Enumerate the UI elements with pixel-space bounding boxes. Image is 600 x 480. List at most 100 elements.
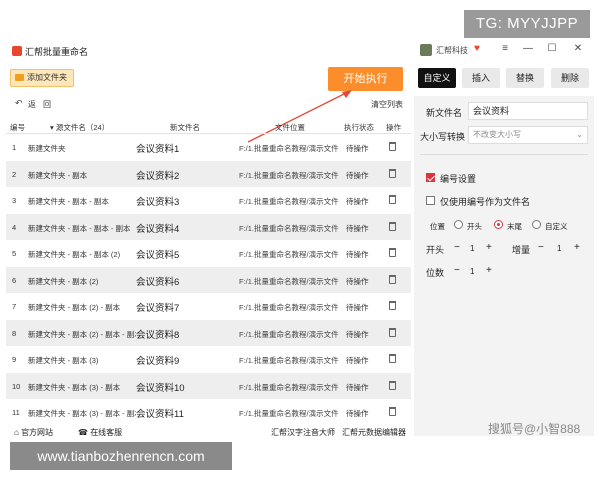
case-select[interactable]: 不改变大小写 ⌄ bbox=[468, 126, 588, 144]
vip-heart-icon[interactable]: ♥ bbox=[474, 43, 480, 54]
settings-panel: 自定义 插入 替换 删除 新文件名 会议资料 大小写转换 不改变大小写 ⌄ 编号… bbox=[414, 66, 594, 438]
position-label: 位置 bbox=[430, 222, 445, 231]
close-button[interactable]: ✕ bbox=[571, 43, 585, 54]
trash-icon[interactable] bbox=[389, 301, 396, 310]
trash-icon[interactable] bbox=[389, 248, 396, 257]
new-name-label: 新文件名 bbox=[426, 108, 463, 118]
maximize-button[interactable]: ☐ bbox=[545, 43, 559, 54]
user-avatar[interactable] bbox=[420, 44, 432, 56]
footer: ⌂ 官方网站 ☎ 在线客服 汇帮汉字注音大师 汇帮元数据编辑器 bbox=[6, 425, 411, 439]
header-source[interactable]: ▾ 源文件名（24） bbox=[50, 122, 109, 133]
cell-path: F:/1.批量重命名教程/演示文件夹/新 bbox=[239, 223, 339, 233]
table-row[interactable]: 2新建文件夹 - 副本会议资料2F:/1.批量重命名教程/演示文件夹/新待操作 bbox=[6, 160, 411, 187]
settings-body: 新文件名 会议资料 大小写转换 不改变大小写 ⌄ 编号设置 仅使用编号作为文件名… bbox=[414, 96, 594, 436]
only-number-label: 仅使用编号作为文件名 bbox=[440, 197, 531, 207]
cell-path: F:/1.批量重命名教程/演示文件夹/新 bbox=[239, 409, 339, 418]
table-row[interactable]: 9新建文件夹 - 副本 (3)会议资料9F:/1.批量重命名教程/演示文件夹/新… bbox=[6, 346, 411, 373]
digits-label: 位数 bbox=[426, 268, 445, 278]
increment-plus-button[interactable]: + bbox=[574, 242, 580, 253]
digits-plus-button[interactable]: + bbox=[486, 265, 492, 276]
cell-source-name: 新建文件夹 - 副本 (2) - 副本 - 副本 bbox=[28, 329, 136, 339]
undo-button[interactable]: 返 bbox=[28, 99, 36, 110]
tab-delete[interactable]: 删除 bbox=[551, 68, 589, 88]
table-row[interactable]: 5 新建文件夹 - 副本 - 副本 (2) 会议资料5 F:/1.批量重命名教程/演示… bbox=[6, 240, 411, 267]
digits-stepper[interactable]: − 1 + bbox=[452, 264, 496, 280]
increment-stepper[interactable]: − 1 + bbox=[536, 241, 586, 257]
start-minus-button[interactable]: − bbox=[454, 242, 460, 253]
app-title: 汇帮批量重命名 bbox=[25, 47, 89, 57]
digits-minus-button[interactable]: − bbox=[454, 265, 460, 276]
cell-new-name: 会议资料3 bbox=[136, 197, 180, 208]
cell-path: F:/1.批量重命名教程/演示文件夹/新 bbox=[239, 303, 339, 312]
cell-source-name: 新建文件夹 - 副本 - 副本 bbox=[28, 197, 109, 206]
table-row[interactable]: 6新建文件夹 - 副本 (2)会议资料6F:/1.批量重命名教程/演示文件夹/新… bbox=[6, 266, 411, 293]
position-radio-custom[interactable] bbox=[532, 220, 541, 229]
clear-list-button[interactable]: 清空列表 bbox=[371, 99, 403, 110]
table-row[interactable]: 7 新建文件夹 - 副本 (2) - 副本 会议资料7 F:/1.批量重命名教程/演示… bbox=[6, 293, 411, 320]
online-service-link[interactable]: ☎ 在线客服 bbox=[78, 427, 122, 438]
cell-source-name: 新建文件夹 - 副本 - 副本 - 副本 bbox=[28, 223, 131, 233]
trash-icon[interactable] bbox=[389, 327, 396, 337]
table-row[interactable]: 4 新建文件夹 - 副本 - 副本 - 副本 会议资料4 F:/1.批量重命名教程/演… bbox=[6, 213, 411, 240]
increment-minus-button[interactable]: − bbox=[538, 242, 544, 253]
only-number-checkbox[interactable] bbox=[426, 196, 435, 205]
cell-new-name: 会议资料7 bbox=[136, 303, 180, 314]
watermark-top: TG: MYYJJPP bbox=[464, 10, 590, 38]
app-logo-icon bbox=[12, 46, 22, 56]
table-row[interactable]: 1新建文件夹会议资料1F:/1.批量重命名教程/演示文件夹/新待操作 bbox=[6, 134, 411, 161]
trash-icon[interactable] bbox=[389, 407, 396, 416]
start-stepper[interactable]: − 1 + bbox=[452, 241, 496, 257]
start-plus-button[interactable]: + bbox=[486, 242, 492, 253]
redo-button[interactable]: 回 bbox=[43, 99, 51, 110]
start-value[interactable]: 1 bbox=[470, 244, 474, 253]
online-service-label: 在线客服 bbox=[90, 428, 123, 437]
pinyin-app-link[interactable]: 汇帮汉字注音大师 bbox=[271, 427, 335, 438]
trash-icon[interactable] bbox=[389, 195, 396, 204]
add-folder-label: 添加文件夹 bbox=[27, 73, 67, 82]
user-name[interactable]: 汇帮科技 bbox=[436, 45, 468, 56]
tab-custom[interactable]: 自定义 bbox=[418, 68, 456, 88]
table-row[interactable]: 11 新建文件夹 - 副本 (3) - 副本 - 副本 会议资料11 F:/1.批量重… bbox=[6, 399, 411, 426]
table-row[interactable]: 10 新建文件夹 - 副本 (3) - 副本 会议资料10 F:/1.批量重命名教程/… bbox=[6, 372, 411, 399]
trash-icon[interactable] bbox=[389, 168, 396, 178]
trash-icon[interactable] bbox=[389, 142, 396, 151]
tab-replace[interactable]: 替换 bbox=[506, 68, 544, 88]
cell-status: 待操作 bbox=[346, 170, 369, 180]
table-header: 编号 ▾ 源文件名（24） 新文件名 文件位置 执行状态 操作 bbox=[6, 118, 411, 134]
menu-button[interactable]: ≡ bbox=[498, 43, 512, 54]
position-end-label: 末尾 bbox=[507, 222, 522, 231]
position-radio-end[interactable] bbox=[494, 220, 503, 229]
chevron-down-icon: ⌄ bbox=[576, 130, 583, 139]
trash-icon[interactable] bbox=[389, 380, 396, 390]
cell-source-name: 新建文件夹 - 副本 (3) - 副本 - 副本 bbox=[28, 409, 136, 418]
position-radio-start[interactable] bbox=[454, 220, 463, 229]
undo-icon[interactable]: ↶ bbox=[15, 98, 23, 109]
minimize-button[interactable]: — bbox=[521, 43, 535, 54]
cell-source-name: 新建文件夹 - 副本 (3) - 副本 bbox=[28, 382, 121, 392]
case-label: 大小写转换 bbox=[420, 132, 466, 142]
tab-insert[interactable]: 插入 bbox=[462, 68, 500, 88]
cell-source-name: 新建文件夹 bbox=[28, 144, 66, 153]
metadata-app-link[interactable]: 汇帮元数据编辑器 bbox=[342, 427, 406, 438]
official-website-label: 官方网站 bbox=[21, 428, 54, 437]
folder-icon bbox=[15, 74, 24, 81]
numbering-checkbox[interactable] bbox=[426, 173, 435, 182]
trash-icon[interactable] bbox=[389, 221, 396, 231]
cell-path: F:/1.批量重命名教程/演示文件夹/新 bbox=[239, 144, 339, 153]
cell-new-name: 会议资料2 bbox=[136, 170, 180, 182]
new-name-input[interactable]: 会议资料 bbox=[468, 102, 588, 120]
increment-label: 增量 bbox=[512, 245, 531, 255]
cell-path: F:/1.批量重命名教程/演示文件夹/新 bbox=[239, 382, 339, 392]
action-row: ↶ 返 回 清空列表 bbox=[6, 96, 411, 112]
cell-source-name: 新建文件夹 - 副本 bbox=[28, 170, 88, 180]
table-row[interactable]: 3新建文件夹 - 副本 - 副本会议资料3F:/1.批量重命名教程/演示文件夹/… bbox=[6, 187, 411, 214]
increment-value[interactable]: 1 bbox=[557, 244, 561, 253]
position-custom-label: 自定义 bbox=[545, 222, 568, 231]
official-website-link[interactable]: ⌂ 官方网站 bbox=[14, 427, 53, 438]
cell-path: F:/1.批量重命名教程/演示文件夹/新 bbox=[239, 250, 339, 259]
trash-icon[interactable] bbox=[389, 274, 396, 284]
digits-value[interactable]: 1 bbox=[470, 267, 474, 276]
trash-icon[interactable] bbox=[389, 354, 396, 363]
table-row[interactable]: 8 新建文件夹 - 副本 (2) - 副本 - 副本 会议资料8 F:/1.批量重命名… bbox=[6, 319, 411, 346]
add-folder-button[interactable]: 添加文件夹 bbox=[10, 69, 74, 87]
